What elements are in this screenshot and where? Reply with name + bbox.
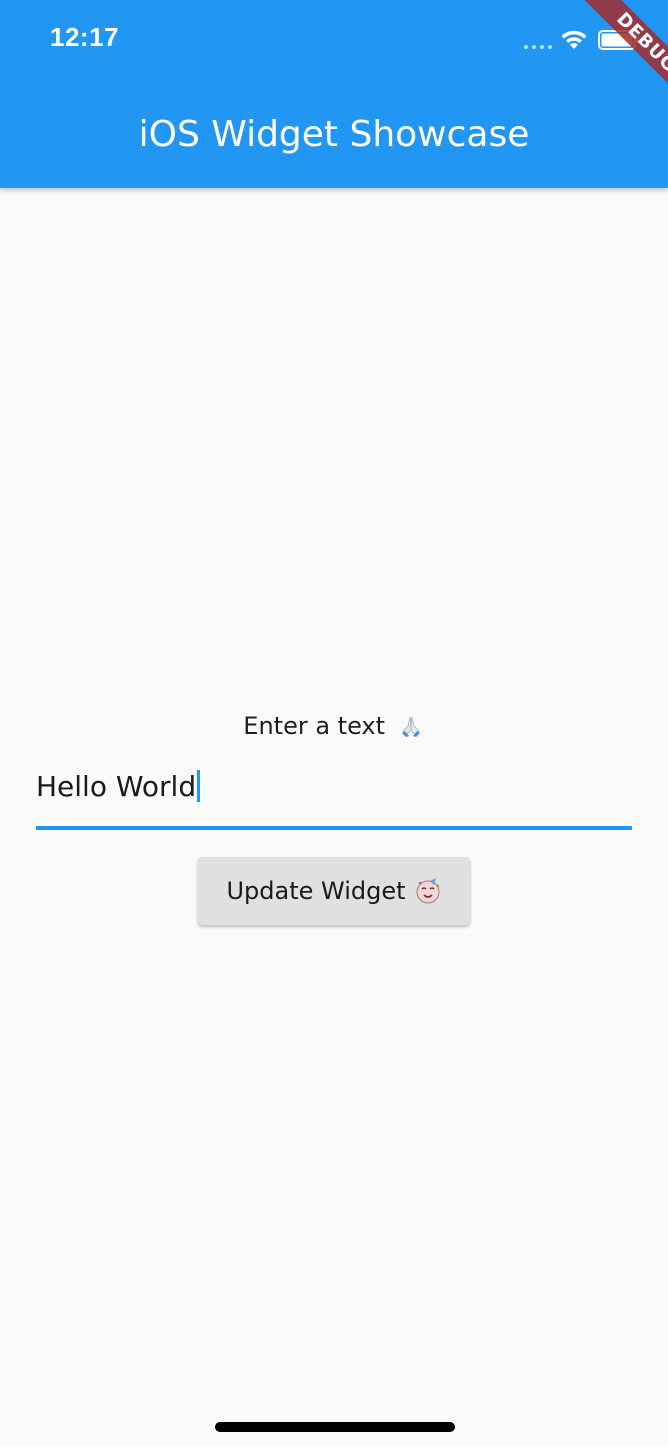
prompt-label-text: Enter a text — [243, 712, 386, 740]
text-cursor — [197, 770, 201, 802]
update-widget-button-label: Update Widget — [226, 877, 406, 905]
text-input-field[interactable]: Hello World — [36, 762, 632, 830]
prompt-label: Enter a text — [0, 712, 668, 740]
partying-face-icon — [416, 878, 440, 904]
text-input-value-wrap[interactable]: Hello World — [36, 770, 201, 803]
app-bar-title: iOS Widget Showcase — [138, 114, 530, 155]
home-indicator[interactable] — [215, 1422, 455, 1432]
debug-banner-label: DEBUG — [580, 0, 668, 109]
app-bar: 12:17 iOS Widget Showcase DEBUG — [0, 0, 668, 188]
debug-banner: DEBUG — [558, 0, 668, 110]
text-input-underline — [36, 826, 632, 830]
update-widget-button[interactable]: Update Widget — [198, 857, 470, 925]
status-bar-time: 12:17 — [50, 22, 119, 52]
cellular-signal-icon — [524, 45, 552, 49]
folded-hands-icon — [401, 716, 420, 737]
text-input-value[interactable]: Hello World — [36, 770, 196, 803]
